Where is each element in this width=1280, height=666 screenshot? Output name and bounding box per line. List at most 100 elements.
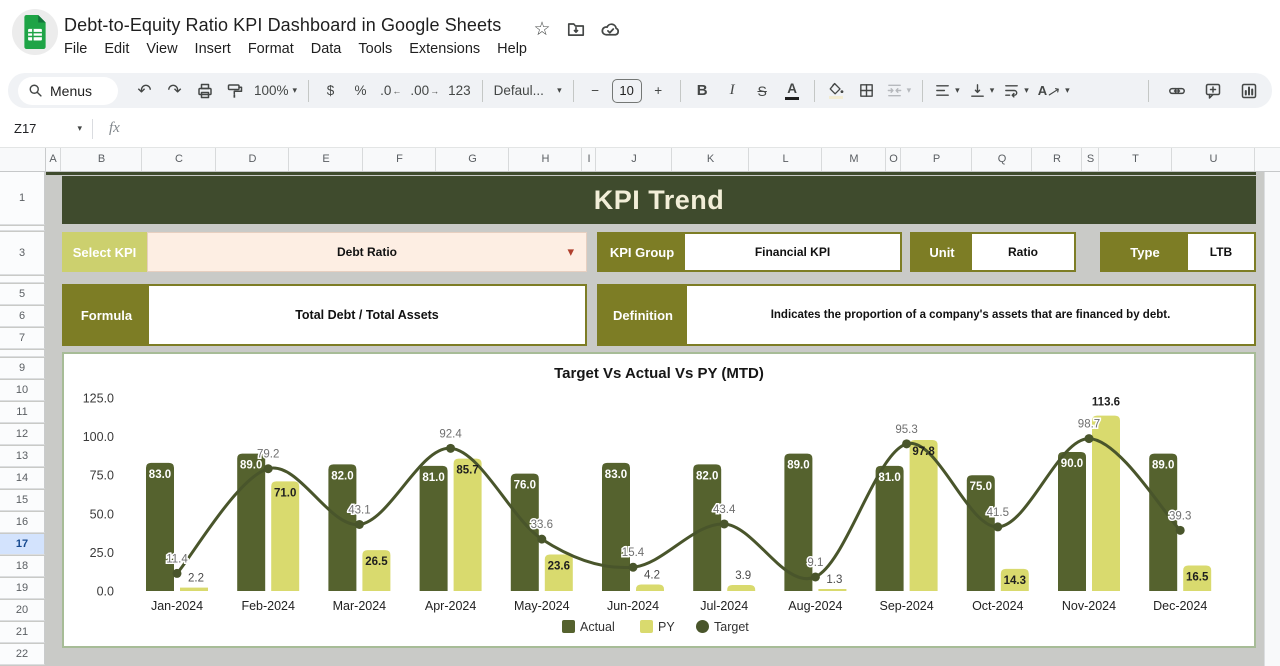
column-header-I[interactable]: I bbox=[583, 148, 596, 171]
column-header-M[interactable]: M bbox=[823, 148, 886, 171]
toolbar-divider bbox=[308, 80, 309, 102]
menu-edit[interactable]: Edit bbox=[104, 41, 129, 57]
column-header-L[interactable]: L bbox=[750, 148, 822, 171]
column-header-E[interactable]: E bbox=[290, 148, 363, 171]
column-header-T[interactable]: T bbox=[1100, 148, 1172, 171]
insert-link-button[interactable] bbox=[1163, 77, 1190, 105]
row-header-19[interactable]: 19 bbox=[0, 578, 45, 599]
column-header-G[interactable]: G bbox=[437, 148, 509, 171]
fill-color-button[interactable] bbox=[823, 77, 850, 105]
column-header-C[interactable]: C bbox=[143, 148, 216, 171]
row-header-5[interactable]: 5 bbox=[0, 284, 45, 305]
row-header-9[interactable]: 9 bbox=[0, 358, 45, 379]
row-header-18[interactable]: 18 bbox=[0, 556, 45, 577]
select-kpi-dropdown[interactable]: Debt Ratio ▾ bbox=[147, 232, 587, 272]
print-button[interactable] bbox=[191, 77, 218, 105]
select-all-corner[interactable] bbox=[0, 148, 46, 172]
menu-file[interactable]: File bbox=[64, 41, 87, 57]
percent-format-button[interactable]: % bbox=[347, 77, 374, 105]
name-box[interactable]: Z17 ▾ bbox=[0, 121, 88, 136]
strikethrough-button[interactable]: S bbox=[749, 77, 776, 105]
chevron-down-icon: ▾ bbox=[907, 85, 912, 96]
increase-font-size-button[interactable]: + bbox=[645, 77, 672, 105]
row-header-21[interactable]: 21 bbox=[0, 622, 45, 643]
saved-status-button[interactable] bbox=[598, 17, 622, 41]
svg-text:Jun-2024: Jun-2024 bbox=[607, 599, 659, 613]
redo-button[interactable]: ↷ bbox=[161, 77, 188, 105]
row-header-4[interactable] bbox=[0, 276, 45, 283]
merge-cells-button[interactable]: ▾ bbox=[883, 77, 915, 105]
text-wrap-button[interactable]: ▾ bbox=[1000, 77, 1032, 105]
chevron-down-icon: ▾ bbox=[293, 85, 298, 96]
row-header-13[interactable]: 13 bbox=[0, 446, 45, 467]
row-header-15[interactable]: 15 bbox=[0, 490, 45, 511]
font-family-select[interactable]: Defaul... ▾ bbox=[491, 77, 565, 105]
menu-data[interactable]: Data bbox=[311, 41, 342, 57]
menu-insert[interactable]: Insert bbox=[195, 41, 231, 57]
column-header-A[interactable]: A bbox=[46, 148, 61, 171]
column-header-P[interactable]: P bbox=[902, 148, 972, 171]
currency-format-button[interactable]: $ bbox=[317, 77, 344, 105]
italic-button[interactable]: I bbox=[719, 77, 746, 105]
row-header-12[interactable]: 12 bbox=[0, 424, 45, 445]
star-button[interactable]: ☆ bbox=[530, 17, 554, 41]
text-color-button[interactable]: A bbox=[779, 77, 806, 105]
decrease-decimal-button[interactable]: .0← bbox=[377, 77, 404, 105]
row-header-16[interactable]: 16 bbox=[0, 512, 45, 533]
bold-button[interactable]: B bbox=[689, 77, 716, 105]
decrease-font-size-button[interactable]: − bbox=[582, 77, 609, 105]
row-header-1[interactable]: 1 bbox=[0, 172, 45, 225]
svg-text:2.2: 2.2 bbox=[188, 573, 204, 585]
column-header-F[interactable]: F bbox=[364, 148, 436, 171]
insert-chart-button[interactable] bbox=[1235, 77, 1262, 105]
row-header-17[interactable]: 17 bbox=[0, 534, 45, 555]
column-header-S[interactable]: S bbox=[1083, 148, 1099, 171]
borders-button[interactable] bbox=[853, 77, 880, 105]
undo-button[interactable]: ↶ bbox=[131, 77, 158, 105]
row-header-2[interactable] bbox=[0, 226, 45, 231]
chevron-down-icon: ▾ bbox=[557, 85, 562, 96]
move-to-folder-button[interactable] bbox=[564, 17, 588, 41]
column-header-B[interactable]: B bbox=[62, 148, 142, 171]
row-header-10[interactable]: 10 bbox=[0, 380, 45, 401]
column-header-O[interactable]: O bbox=[887, 148, 901, 171]
column-header-Q[interactable]: Q bbox=[973, 148, 1032, 171]
increase-decimal-button[interactable]: .00→ bbox=[407, 77, 442, 105]
column-header-J[interactable]: J bbox=[597, 148, 672, 171]
menu-format[interactable]: Format bbox=[248, 41, 294, 57]
row-header-20[interactable]: 20 bbox=[0, 600, 45, 621]
menu-help[interactable]: Help bbox=[497, 41, 527, 57]
column-header-K[interactable]: K bbox=[673, 148, 749, 171]
paint-format-button[interactable] bbox=[221, 77, 248, 105]
column-header-R[interactable]: R bbox=[1033, 148, 1082, 171]
menu-tools[interactable]: Tools bbox=[358, 41, 392, 57]
menu-extensions[interactable]: Extensions bbox=[409, 41, 480, 57]
row-header-14[interactable]: 14 bbox=[0, 468, 45, 489]
sheets-home-button[interactable] bbox=[12, 9, 58, 55]
vertical-scrollbar[interactable] bbox=[1264, 172, 1280, 666]
row-header-11[interactable]: 11 bbox=[0, 402, 45, 423]
row-header-7[interactable]: 7 bbox=[0, 328, 45, 349]
embedded-chart[interactable]: Target Vs Actual Vs PY (MTD)125.0100.075… bbox=[62, 352, 1256, 648]
document-title[interactable]: Debt-to-Equity Ratio KPI Dashboard in Go… bbox=[64, 15, 501, 36]
search-menus-button[interactable]: Menus bbox=[18, 77, 118, 105]
font-size-input[interactable]: 10 bbox=[612, 79, 642, 103]
chevron-down-icon: ▾ bbox=[1065, 85, 1070, 96]
column-header-D[interactable]: D bbox=[217, 148, 289, 171]
row-header-6[interactable]: 6 bbox=[0, 306, 45, 327]
horizontal-align-button[interactable]: ▾ bbox=[931, 77, 963, 105]
row-header-8[interactable] bbox=[0, 350, 45, 357]
text-rotation-button[interactable]: A ▾ bbox=[1035, 77, 1073, 105]
vertical-align-button[interactable]: ▾ bbox=[966, 77, 998, 105]
row-header-22[interactable]: 22 bbox=[0, 644, 45, 665]
svg-text:Feb-2024: Feb-2024 bbox=[241, 599, 295, 613]
menu-view[interactable]: View bbox=[146, 41, 177, 57]
zoom-select[interactable]: 100% ▾ bbox=[251, 77, 300, 105]
column-header-U[interactable]: U bbox=[1173, 148, 1255, 171]
more-formats-button[interactable]: 123 bbox=[445, 77, 474, 105]
svg-text:90.0: 90.0 bbox=[1061, 458, 1083, 470]
sheet-canvas[interactable]: KPI Trend Select KPI Debt Ratio ▾ KPI Gr… bbox=[46, 172, 1256, 666]
row-header-3[interactable]: 3 bbox=[0, 232, 45, 275]
insert-comment-button[interactable] bbox=[1199, 77, 1226, 105]
column-header-H[interactable]: H bbox=[510, 148, 582, 171]
